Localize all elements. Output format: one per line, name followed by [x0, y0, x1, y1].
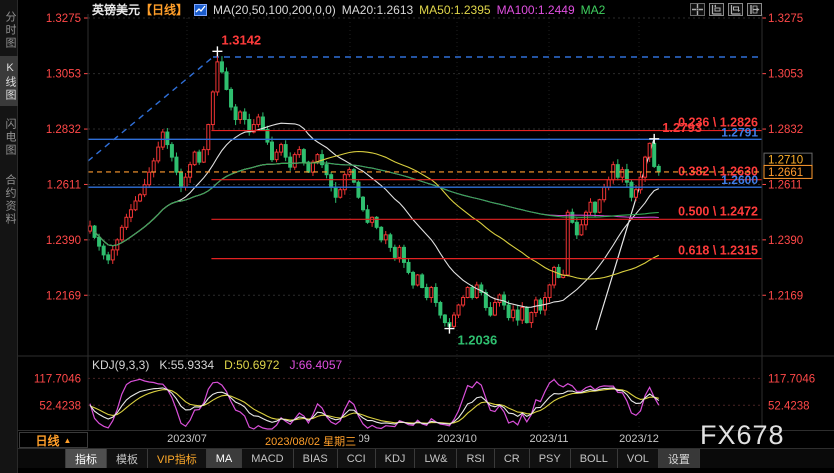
toolbar-item-设置[interactable]: 设置 [659, 449, 700, 468]
chart-tool-icons [690, 3, 762, 16]
toolbar-item-MA[interactable]: MA [207, 449, 243, 468]
period-selector-arrow-icon: ▲ [64, 436, 72, 445]
toolbar-item-CCI[interactable]: CCI [338, 449, 376, 468]
period-label: 【日线】 [140, 3, 188, 17]
sidebar-item-kline-chart[interactable]: K线图 [0, 56, 18, 106]
svg-text:1.2036: 1.2036 [457, 333, 497, 348]
sidebar-item-timeshare-chart[interactable]: 分时图 [0, 4, 18, 54]
toolbar-item-模板[interactable]: 模板 [107, 449, 148, 468]
kdj-indicator-label: KDJ(9,3,3) K:55.9334 D:50.6972 J:66.4057 [92, 358, 342, 372]
price-annotations: 1.3142 1.2036 1.2793 [212, 32, 702, 347]
blue-horizontal-lines: 1.2791 1.2600 [88, 125, 762, 187]
toolbar-item-VIP指标[interactable]: VIP指标 [148, 449, 207, 468]
svg-text:1.3275: 1.3275 [768, 13, 803, 25]
toolbar-item-KDJ[interactable]: KDJ [376, 449, 416, 468]
candles [89, 51, 661, 328]
ma-settings-label: MA(20,50,100,200,0,0) [213, 3, 336, 17]
indicator-toolbar: 指标模板VIP指标MAMACDBIASCCIKDJLW&RSICRPSYBOLL… [18, 448, 834, 468]
toolbar-item-RSI[interactable]: RSI [457, 449, 494, 468]
trading-app-window: 分时图 K线图 闪电图 合约资料 1.3275 1.3275 1.3053 1.305… [0, 0, 834, 473]
svg-text:1.3053: 1.3053 [46, 69, 81, 81]
sidebar: 分时图 K线图 闪电图 合约资料 [0, 0, 18, 473]
svg-text:1.2600: 1.2600 [721, 173, 758, 187]
svg-text:52.4238: 52.4238 [39, 400, 81, 412]
ma100-value: MA100:1.2449 [497, 3, 575, 17]
shift-chart-right-icon[interactable] [747, 3, 762, 16]
period-selector[interactable]: 日线 ▲ [19, 432, 88, 448]
svg-text:1.2169: 1.2169 [768, 290, 803, 302]
svg-text:117.7046: 117.7046 [34, 373, 81, 385]
svg-text:1.2791: 1.2791 [721, 125, 758, 139]
price-axis-boxes: 1.27101.2661 [764, 153, 812, 179]
svg-text:52.4238: 52.4238 [768, 400, 810, 412]
svg-text:1.2390: 1.2390 [768, 235, 803, 247]
svg-text:1.3275: 1.3275 [46, 13, 81, 25]
toolbar-item-BOLL[interactable]: BOLL [571, 449, 618, 468]
svg-text:117.7046: 117.7046 [768, 373, 815, 385]
svg-text:1.2611: 1.2611 [768, 179, 802, 191]
time-axis-label: 2023/11 [530, 433, 569, 445]
chart-titlebar: 英镑美元【日线】 MA(20,50,100,200,0,0) MA20:1.26… [92, 2, 605, 17]
svg-text:0.500 \ 1.2472: 0.500 \ 1.2472 [678, 204, 758, 218]
time-axis-label: 2023/10 [437, 433, 477, 445]
ma200-value-truncated: MA2 [581, 3, 606, 17]
axis-zoom-right-icon[interactable] [728, 3, 743, 16]
svg-text:1.2390: 1.2390 [46, 235, 81, 247]
kdj-k-value: K:55.9334 [159, 358, 214, 372]
crosshair-date-label: 2023/08/02 星期三 [265, 433, 359, 449]
toolbar-item-PSY[interactable]: PSY [530, 449, 571, 468]
toolbar-item-CR[interactable]: CR [495, 449, 530, 468]
svg-text:1.2710: 1.2710 [768, 155, 803, 167]
toolbar-item-BIAS[interactable]: BIAS [294, 449, 338, 468]
toolbar-item-VOL[interactable]: VOL [618, 449, 659, 468]
svg-text:1.2832: 1.2832 [46, 124, 81, 136]
svg-text:0.618 \ 1.2315: 0.618 \ 1.2315 [678, 244, 758, 258]
toolbar-item-指标[interactable]: 指标 [66, 449, 107, 468]
toolbar-item-LW&[interactable]: LW& [415, 449, 457, 468]
kdj-d-value: D:50.6972 [224, 358, 279, 372]
toolbar-spacer [18, 449, 66, 468]
brand-watermark: FX678 [700, 420, 785, 451]
symbol-name: 英镑美元 [92, 3, 140, 17]
svg-text:1.2832: 1.2832 [768, 124, 803, 136]
ma20-value: MA20:1.2613 [342, 3, 413, 17]
sidebar-item-contract-info[interactable]: 合约资料 [0, 166, 18, 232]
svg-text:1.2661: 1.2661 [768, 167, 803, 179]
chart-region: 1.3275 1.3275 1.3053 1.3053 1.2832 1.2832 1.26… [18, 0, 834, 473]
svg-text:1.2793: 1.2793 [662, 120, 702, 135]
svg-text:1.2611: 1.2611 [47, 179, 81, 191]
toolbar-item-MACD[interactable]: MACD [242, 449, 293, 468]
kdj-j-value: J:66.4057 [289, 358, 342, 372]
ma50-value: MA50:1.2395 [419, 3, 490, 17]
axis-zoom-left-icon[interactable] [709, 3, 724, 16]
svg-text:1.3053: 1.3053 [768, 69, 803, 81]
time-axis-label: 2023/12 [619, 433, 659, 445]
svg-text:1.3142: 1.3142 [221, 32, 261, 47]
kdj-name: KDJ(9,3,3) [92, 358, 149, 372]
line-chart-icon[interactable] [194, 4, 207, 16]
period-selector-label: 日线 [36, 432, 60, 449]
time-axis-label: 2023/07 [167, 433, 207, 445]
sidebar-item-lightning-chart[interactable]: 闪电图 [0, 111, 18, 161]
crosshair-icon[interactable] [690, 3, 705, 16]
svg-text:1.2169: 1.2169 [46, 290, 81, 302]
